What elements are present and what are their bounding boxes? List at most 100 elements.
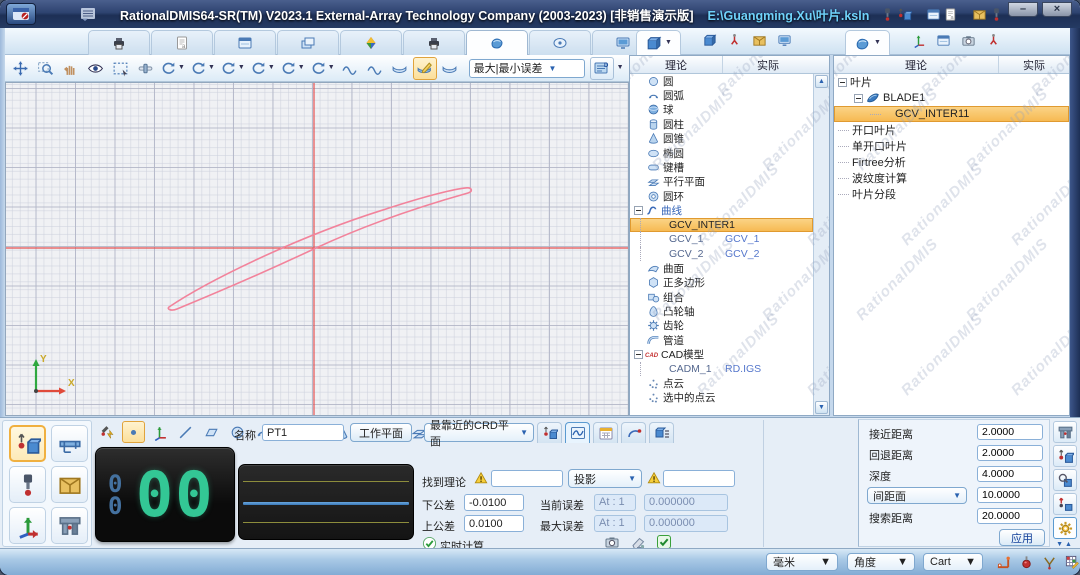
machine-status-icons[interactable] xyxy=(880,7,912,22)
dropdown-arrow-icon[interactable]: ▼ xyxy=(298,65,305,71)
projection-dropdown[interactable]: 投影▼ xyxy=(568,469,642,488)
collapse-icon[interactable] xyxy=(854,94,863,103)
toolbar-button-dish-16[interactable] xyxy=(438,57,462,80)
dropdown-arrow-icon[interactable]: ▼ xyxy=(238,65,245,71)
dropdown-arrow-icon[interactable]: ▼ xyxy=(328,65,335,71)
dock-button-probecube[interactable] xyxy=(9,425,46,462)
dock-button-caliper[interactable] xyxy=(51,425,88,462)
toolbar-button-rotate-6[interactable]: ▼ xyxy=(158,57,187,80)
element-tree-row-圆弧[interactable]: 圆弧 xyxy=(630,88,813,102)
lower-tolerance-input[interactable] xyxy=(464,494,524,511)
ribbon-tab-7[interactable] xyxy=(529,30,591,55)
feature-button-point[interactable] xyxy=(122,421,145,443)
element-tree-row-齿轮[interactable]: 齿轮 xyxy=(630,319,813,333)
toolbar-button-rotate-8[interactable]: ▼ xyxy=(218,57,247,80)
measure-tab-calendar[interactable] xyxy=(593,422,618,443)
settings-dock-lenscube[interactable] xyxy=(1053,469,1077,491)
ribbon-tab-3[interactable] xyxy=(277,30,339,55)
measure-tab-arcprobe[interactable] xyxy=(621,422,646,443)
param-input-4[interactable] xyxy=(977,508,1043,524)
close-button[interactable]: × xyxy=(1042,2,1072,17)
toolbar-button-dish-14[interactable] xyxy=(388,57,412,80)
blade-panel-tab-0[interactable] xyxy=(911,33,926,53)
toolbar-button-rotate-9[interactable]: ▼ xyxy=(248,57,277,80)
blade-panel-tab-3[interactable] xyxy=(986,33,1001,53)
dropdown-arrow-icon[interactable]: ▼ xyxy=(208,65,215,71)
workplane-button[interactable]: 工作平面 xyxy=(350,423,412,442)
error-mode-dropdown[interactable]: 最大|最小误差▼ xyxy=(469,59,585,78)
element-tree-row-CADM_1[interactable]: CADM_1RD.IGS xyxy=(630,362,813,376)
element-tree-row-圆柱[interactable]: 圆柱 xyxy=(630,117,813,131)
probe-status-icons[interactable] xyxy=(972,7,1004,22)
found-theory-input[interactable] xyxy=(491,470,563,487)
settings-dock-gearico[interactable] xyxy=(1053,517,1077,539)
element-tree-row-圆锥[interactable]: 圆锥 xyxy=(630,132,813,146)
blade-tree-row-Firtree分析[interactable]: Firtree分析 xyxy=(834,154,1069,170)
blade-tree-row-叶片[interactable]: 叶片 xyxy=(834,74,1069,90)
element-tree-row-曲面[interactable]: 曲面 xyxy=(630,261,813,275)
measure-tab-probecube[interactable] xyxy=(537,422,562,443)
blade-tree-row-BLADE1[interactable]: BLADE1 xyxy=(834,90,1069,106)
param-input-3[interactable] xyxy=(977,487,1043,503)
collapse-icon[interactable] xyxy=(634,350,643,359)
display-mode-dropdown-arrow[interactable]: ▼ xyxy=(617,65,624,71)
param-input-0[interactable] xyxy=(977,424,1043,440)
param-input-1[interactable] xyxy=(977,445,1043,461)
coords-dropdown[interactable]: Cart▼ xyxy=(923,553,983,571)
toolbar-button-slider-5[interactable] xyxy=(133,57,157,80)
dock-button-crate[interactable] xyxy=(51,466,88,503)
element-tree-row-圆环[interactable]: 圆环 xyxy=(630,189,813,203)
ribbon-tab-2[interactable] xyxy=(214,30,276,55)
graphics-viewport[interactable]: Y X xyxy=(5,82,629,416)
ribbon-tab-6[interactable] xyxy=(466,30,528,55)
status-ballprobe-button[interactable] xyxy=(1017,554,1035,571)
blade-panel-tab-2[interactable] xyxy=(961,33,976,53)
ribbon-tab-5[interactable] xyxy=(403,30,465,55)
element-tree-row-圆[interactable]: 圆 xyxy=(630,74,813,88)
element-tree-row-正多边形[interactable]: 正多边形 xyxy=(630,275,813,289)
measure-tab-cubelist[interactable] xyxy=(649,422,674,443)
measure-tab-waveplot[interactable] xyxy=(565,422,590,443)
name-input[interactable] xyxy=(262,424,344,441)
element-panel-tab-2[interactable] xyxy=(752,33,767,53)
element-actual-header[interactable]: 实际 xyxy=(723,56,813,73)
blade-panel-tab-1[interactable] xyxy=(936,33,951,53)
app-icon[interactable] xyxy=(6,3,36,25)
feature-button-probeflash[interactable] xyxy=(96,421,119,443)
element-tree-row-凸轮轴[interactable]: 凸轮轴 xyxy=(630,304,813,318)
blade-theory-header[interactable]: 理论 xyxy=(834,56,999,73)
param-dropdown-3[interactable]: 间距面▼ xyxy=(867,487,967,504)
window-status-icons[interactable]: a xyxy=(926,7,958,22)
units-dropdown[interactable]: 毫米▼ xyxy=(766,553,838,571)
element-theory-header[interactable]: 理论 xyxy=(630,56,723,73)
element-tree-row-选中的点云[interactable]: 选中的点云 xyxy=(630,391,813,405)
element-tree-row-组合[interactable]: 组合 xyxy=(630,290,813,304)
ribbon-tab-1[interactable]: a xyxy=(151,30,213,55)
scroll-up-icon[interactable]: ▲ xyxy=(815,75,828,88)
blade-panel-active-tab[interactable]: ▼ xyxy=(845,30,890,55)
param-input-2[interactable] xyxy=(977,466,1043,482)
toolbar-button-wave-13[interactable] xyxy=(363,57,387,80)
toolbar-button-wave-12[interactable] xyxy=(338,57,362,80)
toolbar-button-eye-3[interactable] xyxy=(83,57,107,80)
apply-button[interactable]: 应用 xyxy=(999,529,1045,546)
toolbar-button-rotate-7[interactable]: ▼ xyxy=(188,57,217,80)
element-tree-row-CAD模型[interactable]: CADCAD模型 xyxy=(630,347,813,361)
toolbar-button-rotate-10[interactable]: ▼ xyxy=(278,57,307,80)
element-tree-row-点云[interactable]: 点云 xyxy=(630,376,813,390)
toolbar-button-hand-2[interactable] xyxy=(58,57,82,80)
projection-input[interactable] xyxy=(663,470,735,487)
toolbar-button-marquee-4[interactable] xyxy=(108,57,132,80)
display-mode-button[interactable]: D xyxy=(590,57,614,80)
collapse-icon[interactable] xyxy=(838,78,847,87)
status-cornerprobe-button[interactable] xyxy=(994,554,1012,571)
blade-tree-row-GCV_INTER11[interactable]: GCV_INTER11 xyxy=(834,106,1069,122)
blade-actual-header[interactable]: 实际 xyxy=(999,56,1069,73)
element-tree-row-平行平面[interactable]: 平行平面 xyxy=(630,175,813,189)
element-panel-tab-0[interactable] xyxy=(702,33,717,53)
element-tree-row-椭圆[interactable]: 椭圆 xyxy=(630,146,813,160)
dropdown-arrow-icon[interactable]: ▼ xyxy=(268,65,275,71)
list-menu-icon[interactable] xyxy=(78,5,98,23)
blade-tree-row-单开口叶片[interactable]: 单开口叶片 xyxy=(834,138,1069,154)
blade-tree-row-波纹度计算[interactable]: 波纹度计算 xyxy=(834,170,1069,186)
